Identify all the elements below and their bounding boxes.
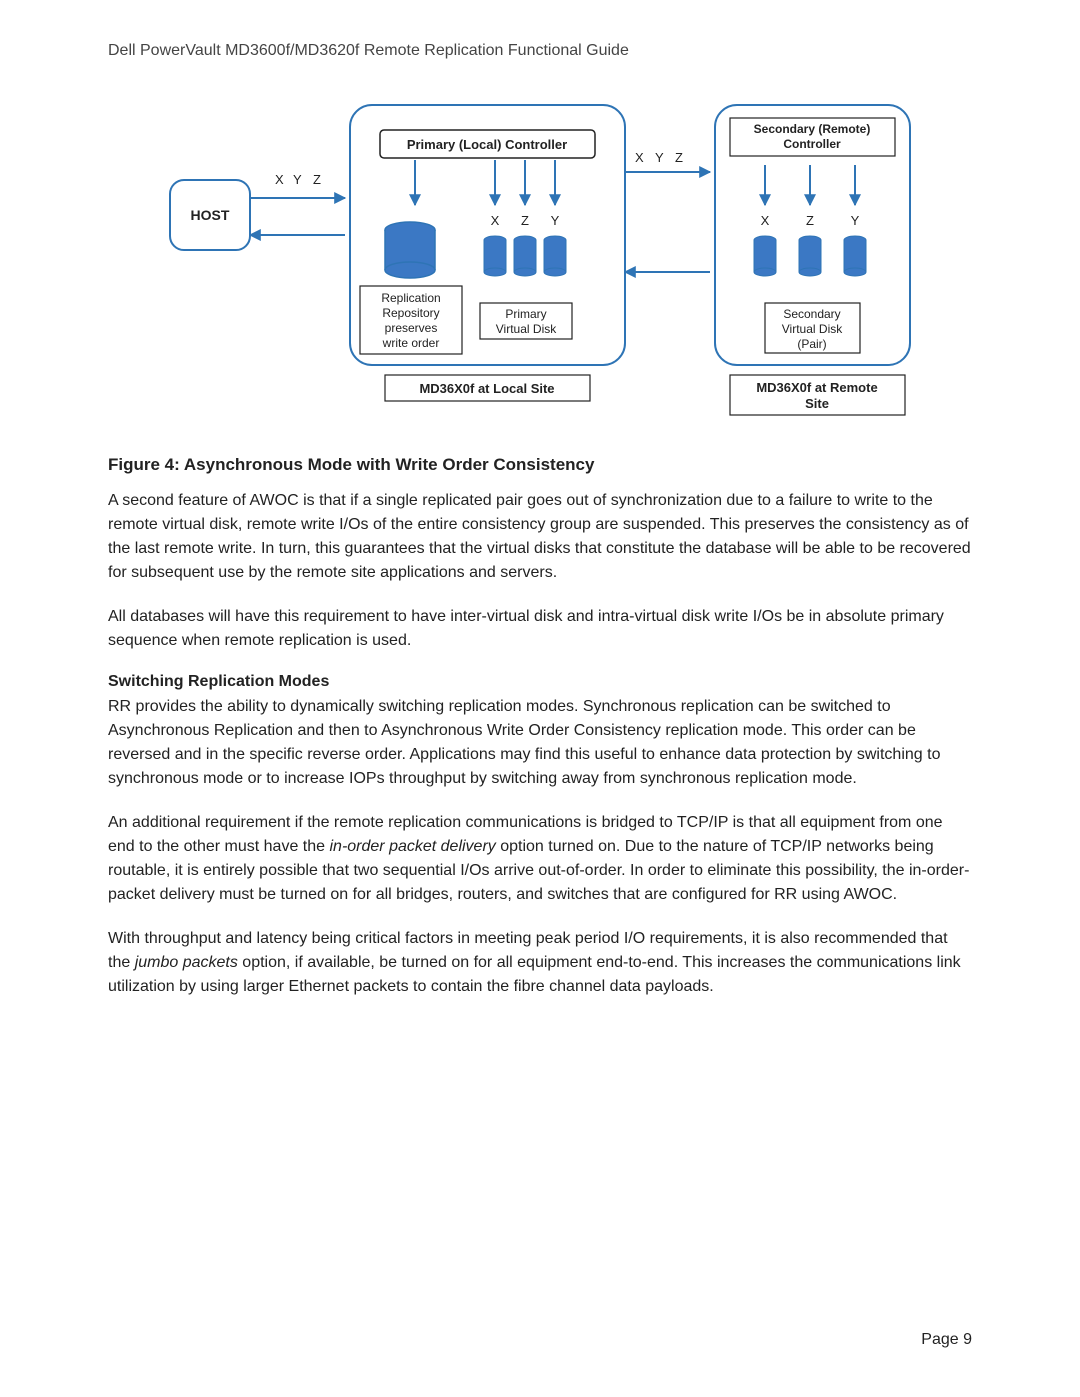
paragraph-4: An additional requirement if the remote …: [108, 811, 972, 907]
repo-line2: Repository: [382, 306, 439, 320]
figure-caption: Figure 4: Asynchronous Mode with Write O…: [108, 455, 972, 475]
paragraph-5: With throughput and latency being critic…: [108, 927, 972, 999]
host-x: X: [275, 172, 284, 187]
secondary-vd-line3: (Pair): [797, 337, 826, 351]
link-z: Z: [675, 150, 683, 165]
repo-line3: preserves: [385, 321, 438, 335]
subheading-switching-modes: Switching Replication Modes: [108, 673, 972, 691]
document-title: Dell PowerVault MD3600f/MD3620f Remote R…: [108, 42, 972, 60]
remote-site-line2: Site: [805, 396, 829, 411]
primary-vd-line1: Primary: [505, 307, 546, 321]
paragraph-2: All databases will have this requirement…: [108, 605, 972, 653]
secondary-ctrl-line1: Secondary (Remote): [754, 122, 871, 136]
secondary-vd-line1: Secondary: [783, 307, 840, 321]
repo-cylinder: [385, 222, 435, 278]
primary-controller-label: Primary (Local) Controller: [407, 137, 567, 152]
link-y: Y: [655, 150, 664, 165]
primary-vd-line2: Virtual Disk: [496, 322, 557, 336]
page-number: Page 9: [921, 1331, 972, 1349]
host-z: Z: [313, 172, 321, 187]
link-x: X: [635, 150, 644, 165]
repo-line4: write order: [382, 336, 440, 350]
host-label: HOST: [191, 207, 230, 223]
term-in-order-packet-delivery: in-order packet delivery: [329, 838, 495, 855]
primary-vd-cylinders: [484, 236, 566, 276]
paragraph-1: A second feature of AWOC is that if a si…: [108, 489, 972, 585]
primary-z: Z: [521, 213, 529, 228]
repo-line1: Replication: [381, 291, 440, 305]
host-y: Y: [293, 172, 302, 187]
document-page: Dell PowerVault MD3600f/MD3620f Remote R…: [0, 0, 1080, 1397]
secondary-z: Z: [806, 213, 814, 228]
primary-y: Y: [551, 213, 560, 228]
primary-x: X: [491, 213, 500, 228]
paragraph-3: RR provides the ability to dynamically s…: [108, 695, 972, 791]
diagram-svg: HOST X Y Z Primary (Local) Controller X …: [165, 90, 915, 420]
figure-diagram: HOST X Y Z Primary (Local) Controller X …: [165, 90, 915, 425]
local-site-label: MD36X0f at Local Site: [419, 381, 554, 396]
secondary-x: X: [761, 213, 770, 228]
secondary-vd-cylinders: [754, 236, 866, 276]
secondary-ctrl-line2: Controller: [783, 137, 841, 151]
secondary-y: Y: [851, 213, 860, 228]
remote-site-line1: MD36X0f at Remote: [756, 380, 877, 395]
term-jumbo-packets: jumbo packets: [135, 954, 238, 971]
secondary-vd-line2: Virtual Disk: [782, 322, 843, 336]
